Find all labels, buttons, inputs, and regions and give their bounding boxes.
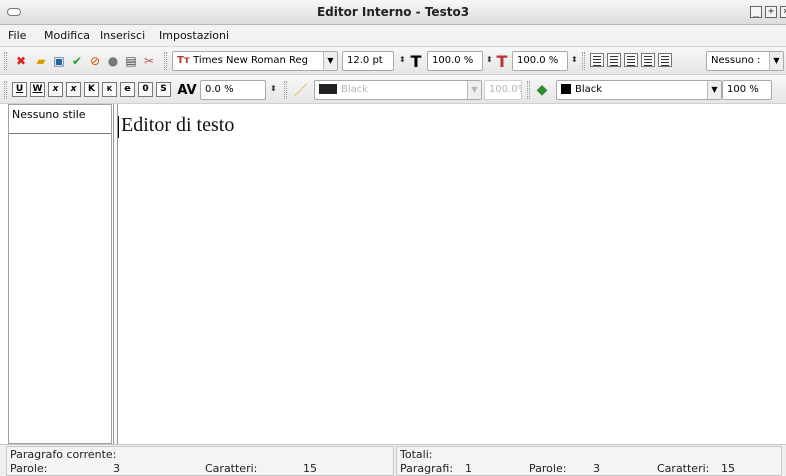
words-label: Parole:	[10, 462, 48, 475]
paragraph-style-select[interactable]: Nessuno : ▼	[706, 51, 784, 71]
scale-width-field[interactable]: 100.0 %	[427, 51, 483, 71]
scale-height-field[interactable]: 100.0 %	[512, 51, 568, 71]
title-bar: Editor Interno - Testo3 _ + ×	[0, 0, 786, 25]
spin-arrows-icon[interactable]: ⬍	[571, 55, 578, 64]
paragraphs-value: 1	[465, 462, 472, 475]
fill-swatch	[561, 84, 571, 94]
tracking-field[interactable]: 0.0 %	[200, 80, 266, 100]
paste-icon[interactable]: ▤	[122, 52, 140, 70]
chevron-down-icon[interactable]: ▼	[707, 81, 721, 99]
styles-panel: Nessuno stile	[8, 104, 112, 444]
small-caps-button[interactable]: K	[102, 82, 117, 97]
close-document-icon[interactable]: ✖	[12, 52, 30, 70]
underline-button[interactable]: U	[12, 82, 27, 97]
font-family-select[interactable]: Tт Times New Roman Reg ▼	[172, 51, 338, 71]
text-editor[interactable]: Editor di testo	[118, 104, 786, 444]
chars-label: Caratteri:	[205, 462, 258, 475]
align-force-icon[interactable]	[658, 53, 672, 67]
spin-arrows-icon[interactable]: ⬍	[270, 84, 277, 93]
toolbar-grip[interactable]	[582, 52, 585, 70]
chevron-down-icon[interactable]: ▼	[467, 81, 481, 99]
align-left-icon[interactable]	[590, 53, 604, 67]
tracking-icon: AV	[177, 82, 197, 98]
fill-shade-field[interactable]: 100 %	[722, 80, 772, 100]
save-icon[interactable]: ▣	[50, 52, 68, 70]
toolbar-format: U W x x K K e 0 S AV 0.0 % ⬍ ／ Black ▼ 1…	[0, 76, 786, 104]
window-title: Editor Interno - Testo3	[316, 5, 470, 19]
toolbar-grip[interactable]	[4, 81, 7, 99]
scale-width-icon: T	[410, 51, 422, 71]
find-icon[interactable]: ✂	[140, 52, 158, 70]
menu-modifica[interactable]: Modifica	[44, 29, 90, 42]
toolbar-grip[interactable]	[164, 52, 167, 70]
strike-button[interactable]: e	[120, 82, 135, 97]
fill-color-select[interactable]: Black ▼	[556, 80, 722, 100]
open-folder-icon[interactable]: ▰	[32, 52, 50, 70]
font-type-icon: Tт	[177, 55, 194, 66]
chars-value: 15	[303, 462, 317, 475]
toolbar-grip[interactable]	[284, 81, 287, 99]
outline-button[interactable]: 0	[138, 82, 153, 97]
apply-check-icon[interactable]: ✔	[68, 52, 86, 70]
total-chars-label: Caratteri:	[657, 462, 710, 475]
toolbar-grip[interactable]	[527, 81, 530, 99]
stroke-pen-icon: ／	[294, 83, 308, 99]
align-justify-icon[interactable]	[641, 53, 655, 67]
scale-height-icon: T	[496, 51, 508, 71]
font-size-field[interactable]: 12.0 pt	[342, 51, 394, 71]
total-words-value: 3	[593, 462, 600, 475]
align-center-icon[interactable]	[607, 53, 621, 67]
cancel-icon[interactable]: ⊘	[86, 52, 104, 70]
stroke-shade-field[interactable]: 100.0%	[484, 80, 522, 100]
toolbar-grip[interactable]	[4, 52, 7, 70]
words-value: 3	[113, 462, 120, 475]
editor-content[interactable]: Editor di testo	[121, 114, 234, 137]
all-caps-button[interactable]: K	[84, 82, 99, 97]
align-right-icon[interactable]	[624, 53, 638, 67]
chevron-down-icon[interactable]: ▼	[769, 52, 783, 70]
chevron-down-icon[interactable]: ▼	[323, 52, 337, 70]
spin-arrows-icon[interactable]: ⬍	[486, 55, 493, 64]
text-caret	[118, 116, 119, 138]
total-chars-value: 15	[721, 462, 735, 475]
fill-bucket-icon: ◆	[536, 82, 548, 98]
shadow-button[interactable]: S	[156, 82, 171, 97]
menu-bar: File Modifica Inserisci Impostazioni	[0, 25, 786, 47]
toolbar-main: ✖ ▰ ▣ ✔ ⊘ ● ▤ ✂ Tт Times New Roman Reg ▼…	[0, 47, 786, 75]
menu-inserisci[interactable]: Inserisci	[100, 29, 145, 42]
styles-list-item[interactable]: Nessuno stile	[9, 105, 111, 134]
maximize-icon[interactable]: +	[765, 6, 777, 18]
stroke-swatch	[319, 84, 337, 94]
menu-impostazioni[interactable]: Impostazioni	[159, 29, 229, 42]
close-icon[interactable]: ×	[780, 6, 786, 18]
totals-label: Totali:	[400, 448, 433, 461]
paragraphs-label: Paragrafi:	[400, 462, 454, 475]
spin-arrows-icon[interactable]: ⬍	[399, 55, 406, 64]
status-bar: Paragrafo corrente: Parole: 3 Caratteri:…	[0, 444, 786, 476]
record-icon[interactable]: ●	[104, 52, 122, 70]
menu-file[interactable]: File	[8, 29, 26, 42]
current-paragraph-label: Paragrafo corrente:	[10, 448, 117, 461]
minimize-icon[interactable]: _	[750, 6, 762, 18]
subscript-button[interactable]: x	[48, 82, 63, 97]
total-words-label: Parole:	[529, 462, 567, 475]
underline-words-button[interactable]: W	[30, 82, 45, 97]
stroke-color-select[interactable]: Black ▼	[314, 80, 482, 100]
superscript-button[interactable]: x	[66, 82, 81, 97]
totals-stats: Totali: Paragrafi: 1 Parole: 3 Caratteri…	[396, 446, 782, 476]
current-paragraph-stats: Paragrafo corrente: Parole: 3 Caratteri:…	[6, 446, 394, 476]
